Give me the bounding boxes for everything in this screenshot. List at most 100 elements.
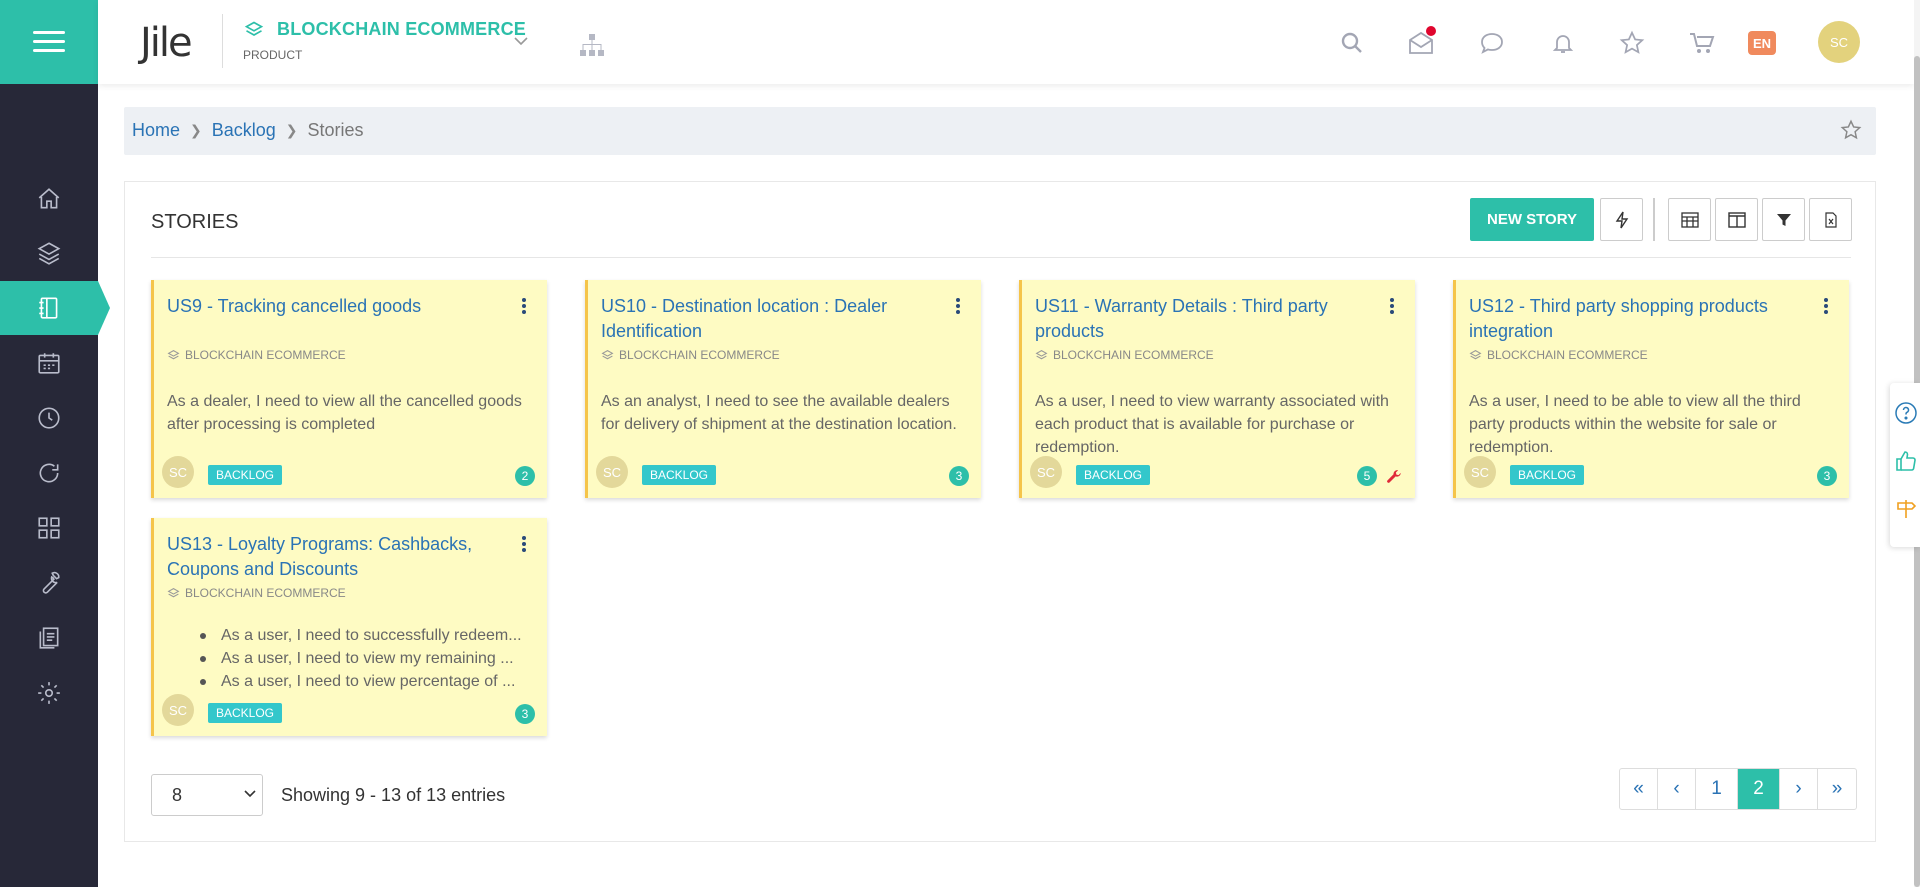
- feedback-button[interactable]: [1894, 449, 1918, 473]
- excel-file-icon: [1824, 211, 1837, 228]
- documents-icon: [39, 627, 59, 649]
- count-badge: 3: [949, 466, 969, 486]
- columns-icon: [1727, 211, 1746, 228]
- kebab-menu-icon[interactable]: [521, 298, 527, 314]
- sidebar-item-calendar[interactable]: [0, 336, 98, 390]
- signpost-icon: [1897, 500, 1917, 518]
- settings-icon: [38, 682, 60, 704]
- filter-button[interactable]: [1762, 198, 1805, 241]
- kebab-menu-icon[interactable]: [521, 536, 527, 552]
- page-2-button[interactable]: 2: [1738, 769, 1780, 809]
- notification-dot: [1426, 26, 1436, 36]
- roadmap-button[interactable]: [1894, 497, 1918, 521]
- page-1-button[interactable]: 1: [1696, 769, 1738, 809]
- kebab-menu-icon[interactable]: [1389, 298, 1395, 314]
- story-description: As an analyst, I need to see the availab…: [601, 393, 957, 433]
- layers-icon: [167, 587, 180, 597]
- sidebar-item-layers[interactable]: [0, 226, 98, 280]
- chevron-right-icon: ❯: [190, 122, 202, 138]
- project-name[interactable]: BLOCKCHAIN ECOMMERCE: [277, 19, 526, 40]
- story-title[interactable]: US12 - Third party shopping products int…: [1469, 294, 1799, 344]
- favorites-button[interactable]: [1619, 30, 1645, 56]
- story-card[interactable]: US13 - Loyalty Programs: Cashbacks, Coup…: [151, 518, 547, 736]
- cart-button[interactable]: [1689, 30, 1715, 56]
- columns-view-button[interactable]: [1715, 198, 1758, 241]
- language-badge[interactable]: EN: [1748, 31, 1776, 55]
- sidebar-item-settings[interactable]: [0, 666, 98, 720]
- avatar[interactable]: SC: [596, 456, 628, 488]
- count-badge: 5: [1357, 466, 1377, 486]
- search-icon: [1341, 32, 1362, 53]
- page-size-select[interactable]: 8: [151, 774, 263, 816]
- sidebar-item-timesheet[interactable]: [0, 391, 98, 445]
- sidebar-item-stories[interactable]: [0, 281, 98, 335]
- sidebar-item-reports[interactable]: [0, 611, 98, 665]
- breadcrumb-backlog[interactable]: Backlog: [212, 120, 276, 141]
- calendar-icon: [38, 353, 60, 374]
- story-title[interactable]: US9 - Tracking cancelled goods: [167, 294, 497, 319]
- story-card[interactable]: US9 - Tracking cancelled goods BLOCKCHAI…: [151, 280, 547, 498]
- help-button[interactable]: [1894, 401, 1918, 425]
- pagination: « ‹ 1 2 › »: [1619, 768, 1857, 810]
- thumbs-up-icon: [1896, 451, 1916, 471]
- previous-page-button[interactable]: ‹: [1658, 769, 1696, 809]
- kebab-menu-icon[interactable]: [1823, 298, 1829, 314]
- layers-icon: [601, 349, 614, 359]
- last-page-button[interactable]: »: [1818, 769, 1856, 809]
- new-story-button[interactable]: NEW STORY: [1470, 198, 1594, 241]
- project-label: BLOCKCHAIN ECOMMERCE: [185, 586, 346, 600]
- story-title[interactable]: US11 - Warranty Details : Third party pr…: [1035, 294, 1365, 344]
- story-card[interactable]: US12 - Third party shopping products int…: [1453, 280, 1849, 498]
- stories-panel: STORIES NEW STORY US9 - Tracking cancell…: [124, 181, 1876, 842]
- avatar[interactable]: SC: [1030, 456, 1062, 488]
- project-type: PRODUCT: [243, 48, 303, 62]
- export-excel-button[interactable]: [1809, 198, 1852, 241]
- quick-action-button[interactable]: [1600, 198, 1643, 241]
- sidebar-item-sync[interactable]: [0, 446, 98, 500]
- table-view-button[interactable]: [1668, 198, 1711, 241]
- page-size-value: 8: [172, 784, 183, 805]
- notifications-button[interactable]: [1550, 30, 1576, 56]
- chevron-down-icon: [244, 790, 256, 798]
- story-card[interactable]: US11 - Warranty Details : Third party pr…: [1019, 280, 1415, 498]
- notebook-icon: [39, 297, 58, 319]
- story-title[interactable]: US13 - Loyalty Programs: Cashbacks, Coup…: [167, 532, 497, 582]
- user-avatar[interactable]: SC: [1818, 21, 1860, 63]
- kebab-menu-icon[interactable]: [955, 298, 961, 314]
- entries-summary: Showing 9 - 13 of 13 entries: [281, 785, 506, 805]
- story-project: BLOCKCHAIN ECOMMERCE: [601, 348, 780, 362]
- count-badge: 3: [1817, 466, 1837, 486]
- story-card[interactable]: US10 - Destination location : Dealer Ide…: [585, 280, 981, 498]
- mail-button[interactable]: [1408, 26, 1436, 56]
- wrench-icon[interactable]: [1385, 468, 1403, 486]
- avatar[interactable]: SC: [1464, 456, 1496, 488]
- hierarchy-icon[interactable]: [579, 33, 605, 57]
- avatar[interactable]: SC: [162, 456, 194, 488]
- sidebar-item-home[interactable]: [0, 172, 98, 226]
- chat-button[interactable]: [1479, 30, 1505, 56]
- top-header: Jile BLOCKCHAIN ECOMMERCE PRODUCT EN SC: [98, 0, 1914, 84]
- project-label: BLOCKCHAIN ECOMMERCE: [185, 348, 346, 362]
- sidebar-item-apps[interactable]: [0, 501, 98, 555]
- floating-help-widget: [1890, 383, 1920, 547]
- project-label: BLOCKCHAIN ECOMMERCE: [1053, 348, 1214, 362]
- lightning-icon: [1615, 211, 1628, 228]
- page-title: STORIES: [151, 211, 239, 233]
- story-title[interactable]: US10 - Destination location : Dealer Ide…: [601, 294, 931, 344]
- layers-icon: [37, 242, 61, 265]
- count-badge: 3: [515, 704, 535, 724]
- next-page-button[interactable]: ›: [1780, 769, 1818, 809]
- sidebar-item-tools[interactable]: [0, 556, 98, 610]
- first-page-button[interactable]: «: [1620, 769, 1658, 809]
- bookmark-star-icon[interactable]: [1840, 119, 1862, 141]
- story-project: BLOCKCHAIN ECOMMERCE: [1469, 348, 1648, 362]
- search-button[interactable]: [1339, 30, 1365, 56]
- status-badge: BACKLOG: [208, 703, 283, 723]
- breadcrumb-home[interactable]: Home: [132, 120, 180, 141]
- avatar[interactable]: SC: [162, 694, 194, 726]
- story-description: As a user, I need to view warranty assoc…: [1035, 393, 1389, 456]
- app-logo[interactable]: Jile: [134, 16, 198, 68]
- hamburger-menu-button[interactable]: [0, 0, 98, 84]
- breadcrumb: Home ❯ Backlog ❯ Stories: [124, 107, 1876, 155]
- chevron-down-icon[interactable]: [514, 36, 528, 46]
